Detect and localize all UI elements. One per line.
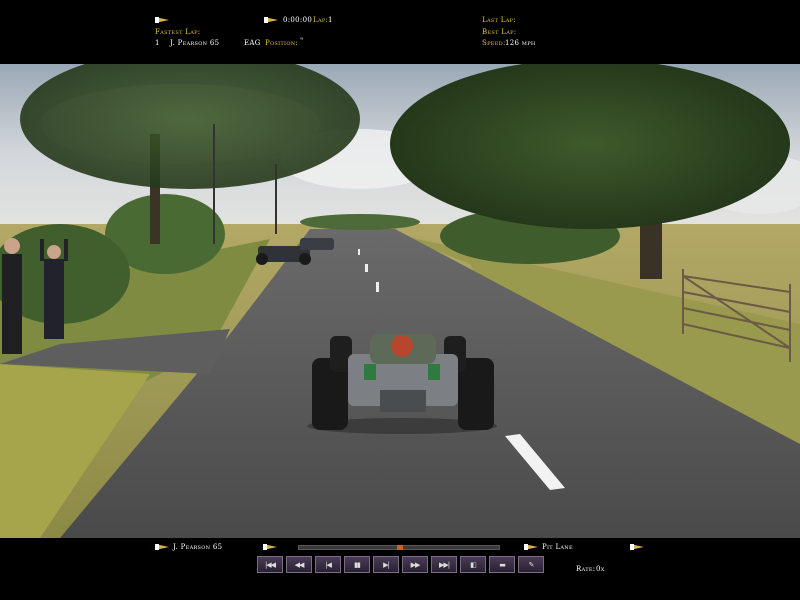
position-value: " (300, 37, 304, 45)
skip-end-button[interactable]: ▶▶| (431, 556, 457, 573)
fast-forward-button[interactable]: ▶▶ (402, 556, 428, 573)
team-label: EAG (244, 39, 261, 47)
race-viewport (0, 64, 800, 538)
pause-button[interactable]: ▮▮ (344, 556, 370, 573)
tree-canopy (390, 64, 790, 229)
best-lap-label: Best Lap: (482, 28, 517, 36)
view-button[interactable]: ▬ (489, 556, 515, 573)
rate-label: Rate: (576, 565, 596, 573)
camera-button[interactable]: ◧ (460, 556, 486, 573)
fastest-lap-label: Fastest Lap: (155, 28, 201, 36)
play-button[interactable]: ▶| (373, 556, 399, 573)
race-scene (0, 64, 800, 538)
last-lap-label: Last Lap: (482, 16, 516, 24)
pennant-icon (263, 544, 277, 550)
telegraph-pole (213, 124, 215, 244)
skip-start-button[interactable]: |◀◀ (257, 556, 283, 573)
fastest-lap-driver: J. Pearson 65 (170, 39, 220, 47)
race-time: 0:00:00 (283, 16, 313, 24)
replay-scrubber[interactable] (298, 545, 500, 550)
replay-driver: J. Pearson 65 (173, 543, 223, 551)
telegraph-pole (275, 164, 277, 234)
speed-label: Speed: (482, 39, 506, 47)
pennant-icon (524, 544, 538, 550)
road-marking (376, 282, 379, 292)
scrubber-handle[interactable] (397, 545, 403, 550)
rate-value: 0x (596, 565, 605, 573)
lap-label: Lap: (313, 16, 329, 24)
speed-value: 126 mph (505, 39, 536, 47)
options-button[interactable]: ✎ (518, 556, 544, 573)
road-marking (358, 249, 360, 255)
pennant-icon (264, 17, 278, 23)
pennant-icon (630, 544, 644, 550)
pennant-icon (155, 544, 169, 550)
fastest-lap-position: 1 (155, 39, 160, 47)
road-marking (365, 264, 368, 272)
step-back-button[interactable]: |◀ (315, 556, 341, 573)
hedge (300, 214, 420, 230)
top-hud-bar: Fastest Lap: 1 J. Pearson 65 0:00:00 Lap… (0, 0, 800, 64)
rewind-button[interactable]: ◀◀ (286, 556, 312, 573)
lap-value: 1 (328, 16, 333, 24)
position-label: Position: (265, 39, 299, 47)
pennant-icon (155, 17, 169, 23)
location-label: Pit Lane (542, 543, 573, 551)
